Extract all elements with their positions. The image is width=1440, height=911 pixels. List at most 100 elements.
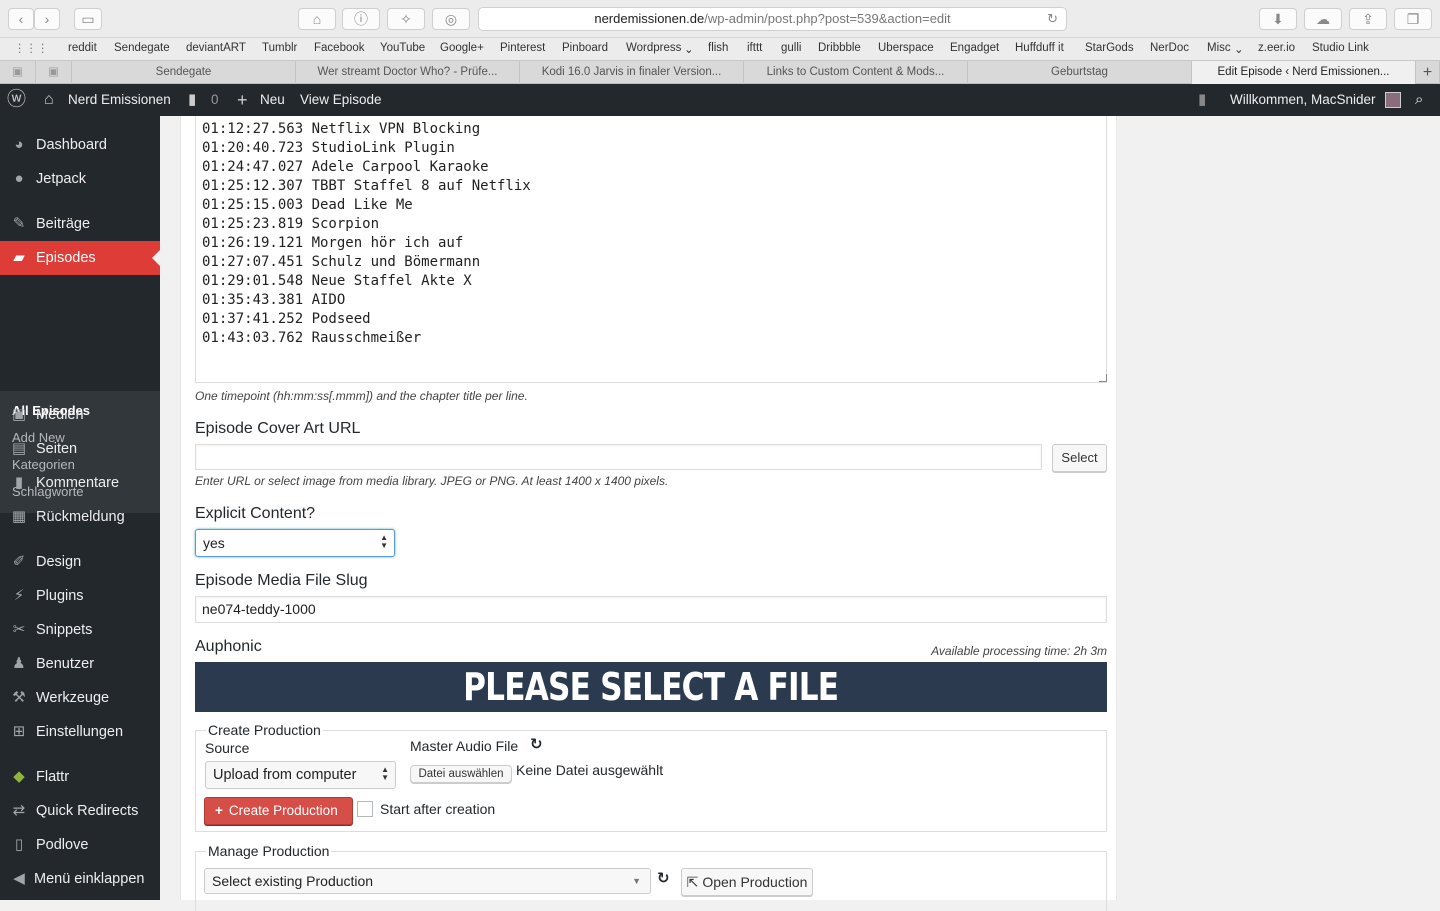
bookmark-item[interactable]: StarGods: [1085, 42, 1134, 54]
bookmark-item[interactable]: flish: [708, 42, 728, 54]
bookmark-item[interactable]: Sendegate: [114, 42, 170, 54]
pinned-tab-icon[interactable]: ▣: [0, 61, 36, 84]
sidebar-item-design[interactable]: ✐ Design: [0, 545, 160, 579]
bookmark-item[interactable]: YouTube: [380, 42, 425, 54]
cover-art-url-input[interactable]: [195, 444, 1042, 470]
bookmark-item[interactable]: Google+: [440, 42, 484, 54]
bookmark-item[interactable]: Wordpress: [626, 42, 681, 54]
sidebar-item-rueckmeldung[interactable]: ▦ Rückmeldung: [0, 500, 160, 534]
open-production-button[interactable]: ⇱ Open Production: [681, 868, 813, 896]
apps-grid-icon[interactable]: ⋮⋮⋮: [14, 41, 49, 55]
sidebar-item-flattr[interactable]: ◆ Flattr: [0, 760, 160, 794]
resize-handle-icon[interactable]: [1099, 374, 1107, 382]
sidebar-toggle-icon[interactable]: ▭: [74, 8, 102, 30]
share-icon[interactable]: ⇪: [1349, 8, 1387, 30]
sidebar-item-jetpack[interactable]: ● Jetpack: [0, 162, 160, 196]
source-select[interactable]: Upload from computer ▲ ▼: [205, 761, 396, 789]
back-button[interactable]: ‹: [8, 8, 34, 30]
wrench-icon: ⚒: [12, 689, 26, 706]
existing-production-value: Select existing Production: [212, 873, 374, 889]
bookmark-item[interactable]: NerDoc: [1150, 42, 1189, 54]
forward-button[interactable]: ›: [34, 8, 60, 30]
explicit-select[interactable]: yes ▲ ▼: [195, 529, 395, 557]
slug-input[interactable]: ne074-teddy-1000: [195, 596, 1107, 623]
sidebar-item-snippets[interactable]: ✂ Snippets: [0, 613, 160, 647]
browser-tab[interactable]: Kodi 16.0 Jarvis in finaler Version...: [520, 61, 744, 84]
avatar[interactable]: [1385, 92, 1401, 108]
bookmark-item[interactable]: gulli: [781, 42, 801, 54]
sidebar-item-einstellungen[interactable]: ⊞ Einstellungen: [0, 715, 160, 749]
bookmark-item[interactable]: reddit: [68, 42, 97, 54]
sidebar-item-episodes[interactable]: ▰ Episodes: [0, 241, 160, 275]
search-icon[interactable]: ⌕: [1415, 84, 1423, 116]
sidebar-item-seiten[interactable]: ▤ Seiten: [0, 432, 160, 466]
pin-icon: ✎: [12, 215, 26, 232]
select-cover-button[interactable]: Select: [1052, 444, 1107, 472]
info-icon[interactable]: ⓘ: [342, 8, 380, 30]
download-icon[interactable]: ⬇: [1259, 8, 1297, 30]
sidebar-item-benutzer[interactable]: ♟ Benutzer: [0, 647, 160, 681]
browser-tab[interactable]: Geburtstag: [968, 61, 1192, 84]
chapters-textarea[interactable]: 01:12:27.563 Netflix VPN Blocking 01:20:…: [195, 116, 1107, 383]
reload-icon[interactable]: ↻: [1047, 8, 1058, 30]
browser-tab[interactable]: Wer streamt Doctor Who? - Prüfe...: [296, 61, 520, 84]
sidebar-item-plugins[interactable]: ⚡ Plugins: [0, 579, 160, 613]
sidebar-item-beitraege[interactable]: ✎ Beiträge: [0, 207, 160, 241]
bookmark-item[interactable]: Dribbble: [818, 42, 861, 54]
file-choose-button[interactable]: Datei auswählen: [410, 765, 512, 783]
start-after-checkbox[interactable]: [357, 801, 373, 817]
bookmark-item[interactable]: Huffduff it: [1015, 42, 1064, 54]
bookmark-item[interactable]: ifttt: [747, 42, 762, 54]
bookmark-item[interactable]: deviantART: [186, 42, 246, 54]
manage-production-legend: Manage Production: [206, 843, 332, 859]
refresh-icon[interactable]: ↻: [657, 869, 670, 887]
plugin-icon: ⚡: [13, 587, 25, 604]
existing-production-select[interactable]: Select existing Production ▼: [204, 868, 651, 894]
home-icon[interactable]: ⌂: [298, 8, 336, 30]
browser-tab[interactable]: Sendegate: [72, 61, 296, 84]
banner-text: PLEASE SELECT A FILE: [463, 665, 839, 709]
new-link[interactable]: Neu: [260, 84, 285, 116]
sidebar-item-dashboard[interactable]: ◕ Dashboard: [0, 128, 160, 162]
collapse-menu-button[interactable]: ◀ Menü einklappen: [0, 862, 160, 896]
sidebar-item-quick-redirects[interactable]: ⇄ Quick Redirects: [0, 794, 160, 828]
admin-bar: ⓦ ⌂ Nerd Emissionen ▮ 0 + Neu View Episo…: [0, 84, 1440, 116]
cloud-icon[interactable]: ☁: [1304, 8, 1342, 30]
sidebar-item-medien[interactable]: ▣ Medien: [0, 398, 160, 432]
sidebar-item-kommentare[interactable]: ▮ Kommentare: [0, 466, 160, 500]
bookmark-item[interactable]: Misc: [1207, 42, 1231, 54]
welcome-user[interactable]: Willkommen, MacSnider: [1230, 84, 1376, 116]
create-production-button[interactable]: + Create Production: [204, 797, 353, 825]
extension-icon[interactable]: ✧: [387, 8, 425, 30]
browser-tab[interactable]: Links to Custom Content & Mods...: [744, 61, 968, 84]
tabs-overview-icon[interactable]: ❐: [1394, 8, 1432, 30]
new-tab-icon[interactable]: +: [1416, 61, 1440, 84]
bookmark-item[interactable]: Pinboard: [562, 42, 608, 54]
select-arrows-icon: ▲ ▼: [380, 533, 388, 550]
url-path: /wp-admin/post.php?post=539&action=edit: [704, 11, 951, 26]
media-icon: ▣: [11, 406, 27, 423]
bookmark-item[interactable]: Pinterest: [500, 42, 545, 54]
pinned-tab-icon[interactable]: ▣: [36, 61, 72, 84]
wordpress-logo-icon[interactable]: ⓦ: [7, 84, 26, 116]
browser-tab-active[interactable]: Edit Episode ‹ Nerd Emissionen...: [1192, 61, 1416, 84]
refresh-icon[interactable]: ↻: [530, 735, 543, 753]
manage-production-fieldset: Manage Production Select existing Produc…: [195, 843, 1107, 911]
notification-icon[interactable]: ▮: [1198, 84, 1206, 116]
reader-icon[interactable]: ◎: [432, 8, 470, 30]
create-production-label: Create Production: [228, 803, 338, 818]
sidebar-item-werkzeuge[interactable]: ⚒ Werkzeuge: [0, 681, 160, 715]
address-bar[interactable]: nerdemissionen.de/wp-admin/post.php?post…: [478, 7, 1067, 31]
bookmark-item[interactable]: Uberspace: [878, 42, 934, 54]
bookmark-item[interactable]: Facebook: [314, 42, 365, 54]
bookmark-item[interactable]: Engadget: [950, 42, 999, 54]
bookmark-item[interactable]: Tumblr: [262, 42, 297, 54]
site-name-link[interactable]: Nerd Emissionen: [68, 84, 171, 116]
sidebar-item-podlove[interactable]: ▯ Podlove: [0, 828, 160, 862]
comment-icon[interactable]: ▮: [188, 84, 196, 116]
source-value: Upload from computer: [213, 767, 357, 783]
bookmark-item[interactable]: Studio Link: [1312, 42, 1369, 54]
master-audio-label: Master Audio File: [410, 738, 519, 754]
view-episode-link[interactable]: View Episode: [300, 84, 382, 116]
bookmark-item[interactable]: z.eer.io: [1258, 42, 1295, 54]
